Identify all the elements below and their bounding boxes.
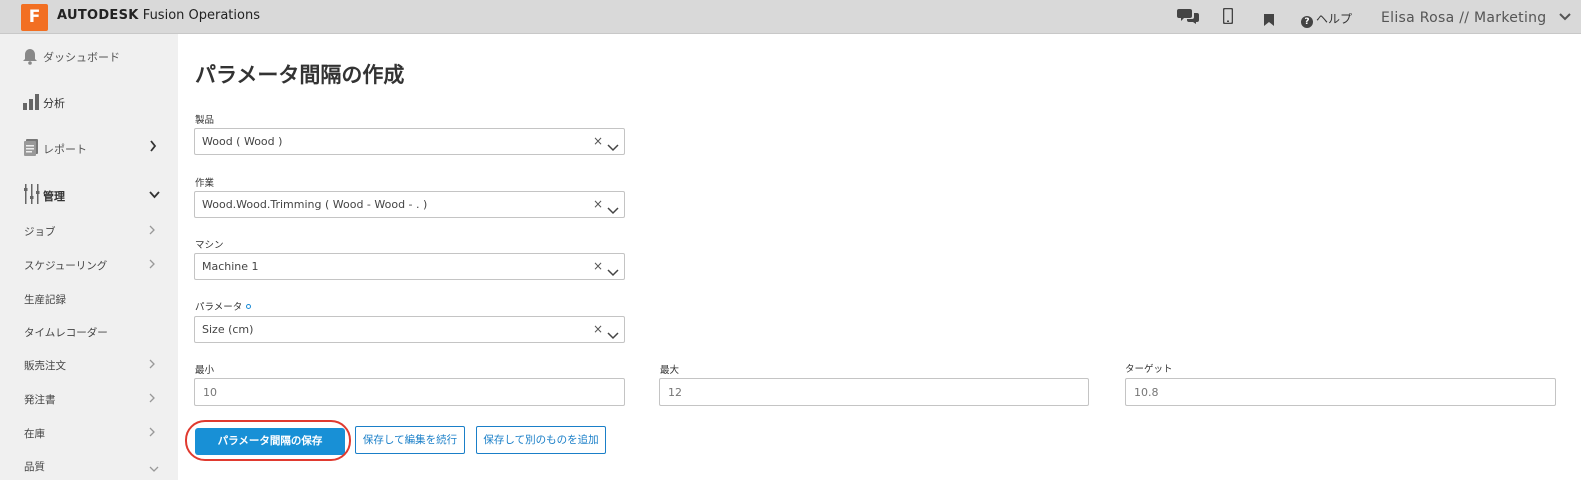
clear-icon[interactable]: × — [593, 259, 603, 273]
sidebar-item-purchase-orders[interactable]: 発注書 — [0, 392, 178, 408]
clear-icon[interactable]: × — [593, 197, 603, 211]
chevron-right-icon — [149, 259, 155, 272]
brand-name: AUTODESK Fusion Operations — [57, 8, 260, 23]
sidebar-item-jobs[interactable]: ジョブ — [0, 224, 178, 240]
parameter-value: Size (cm) — [202, 323, 254, 336]
report-icon — [24, 139, 39, 159]
mobile-icon[interactable] — [1222, 7, 1234, 28]
max-input[interactable] — [659, 378, 1089, 406]
min-label: 最小 — [195, 365, 215, 376]
fusion-logo[interactable]: F — [21, 4, 48, 31]
save-continue-button[interactable]: 保存して編集を続行 — [355, 426, 465, 454]
parameter-label-wrap: パラメータ — [195, 299, 252, 313]
chat-icon[interactable] — [1177, 7, 1199, 29]
sidebar-item-label: スケジューリング — [24, 260, 108, 272]
sidebar-item-label: 分析 — [43, 97, 65, 110]
machine-label: マシン — [195, 240, 224, 251]
chevron-down-icon[interactable] — [607, 137, 619, 156]
sidebar-item-label: 販売注文 — [24, 360, 66, 372]
chevron-down-icon[interactable] — [607, 325, 619, 344]
bookmark-icon[interactable] — [1264, 11, 1274, 30]
sidebar-item-analytics[interactable]: 分析 — [0, 93, 178, 113]
sidebar-item-label: 生産記録 — [24, 294, 66, 306]
user-menu[interactable]: Elisa Rosa // Marketing — [1381, 9, 1571, 26]
chevron-right-icon — [149, 225, 155, 238]
sidebar: ダッシュボード 分析 レポート 管理 ジョブ スケジューリング 生産記録 タイム… — [0, 34, 178, 480]
sidebar-item-dashboard[interactable]: ダッシュボード — [0, 48, 178, 68]
chevron-right-icon — [149, 359, 155, 372]
user-label: Elisa Rosa // Marketing — [1381, 10, 1547, 26]
chevron-down-icon — [1559, 9, 1571, 25]
operation-label: 作業 — [195, 178, 215, 189]
brand-product: Fusion Operations — [142, 8, 260, 23]
sidebar-item-sales-orders[interactable]: 販売注文 — [0, 358, 178, 374]
bar-chart-icon — [22, 93, 40, 114]
max-label: 最大 — [660, 365, 680, 376]
machine-select[interactable]: Machine 1 × — [194, 253, 625, 280]
sidebar-item-scheduling[interactable]: スケジューリング — [0, 258, 178, 274]
sidebar-item-admin[interactable]: 管理 — [0, 184, 178, 206]
target-input[interactable] — [1125, 378, 1556, 406]
page-title: パラメータ間隔の作成 — [195, 63, 405, 87]
target-label: ターゲット — [1125, 364, 1173, 375]
chevron-down-icon — [149, 462, 159, 475]
brand-company: AUTODESK — [57, 8, 139, 23]
sidebar-item-inventory[interactable]: 在庫 — [0, 426, 178, 442]
sidebar-item-label: レポート — [43, 143, 87, 156]
product-value: Wood ( Wood ) — [202, 135, 283, 148]
product-select[interactable]: Wood ( Wood ) × — [194, 128, 625, 155]
save-button[interactable]: パラメータ間隔の保存 — [195, 428, 345, 455]
bell-icon — [22, 48, 38, 68]
chevron-right-icon — [149, 427, 155, 440]
parameter-select[interactable]: Size (cm) × — [194, 316, 625, 343]
sidebar-item-label: 品質 — [24, 461, 45, 473]
chevron-right-icon — [149, 393, 155, 406]
help-icon: ? — [1301, 16, 1313, 28]
main-content: パラメータ間隔の作成 製品 Wood ( Wood ) × 作業 Wood.Wo… — [178, 34, 1581, 480]
help-label: ヘルプ — [1316, 12, 1353, 26]
sidebar-item-label: ダッシュボード — [43, 51, 120, 64]
sidebar-item-time-recorder[interactable]: タイムレコーダー — [0, 325, 178, 341]
clear-icon[interactable]: × — [593, 322, 603, 336]
product-label: 製品 — [195, 115, 215, 126]
min-input[interactable] — [194, 378, 625, 406]
save-add-another-button[interactable]: 保存して別のものを追加 — [476, 426, 606, 454]
sliders-icon — [24, 184, 40, 207]
chevron-right-icon — [149, 140, 157, 155]
chevron-down-icon[interactable] — [607, 200, 619, 219]
chevron-down-icon[interactable] — [607, 262, 619, 281]
chevron-down-icon — [149, 189, 160, 202]
sidebar-item-label: 発注書 — [24, 394, 56, 406]
sidebar-item-quality[interactable]: 品質 — [0, 459, 178, 475]
sidebar-item-production-records[interactable]: 生産記録 — [0, 292, 178, 308]
parameter-label: パラメータ — [195, 302, 243, 313]
sidebar-item-label: ジョブ — [24, 226, 56, 238]
info-icon[interactable] — [246, 304, 252, 309]
sidebar-item-label: 在庫 — [24, 428, 45, 440]
top-header: F AUTODESK Fusion Operations ? ヘルプ Elisa … — [0, 0, 1581, 34]
sidebar-item-reports[interactable]: レポート — [0, 139, 178, 159]
clear-icon[interactable]: × — [593, 134, 603, 148]
help-menu[interactable]: ? ヘルプ — [1301, 10, 1352, 28]
operation-select[interactable]: Wood.Wood.Trimming ( Wood - Wood - . ) × — [194, 191, 625, 218]
operation-value: Wood.Wood.Trimming ( Wood - Wood - . ) — [202, 198, 428, 211]
sidebar-item-label: 管理 — [43, 190, 65, 203]
machine-value: Machine 1 — [202, 260, 259, 273]
sidebar-item-label: タイムレコーダー — [24, 327, 108, 339]
